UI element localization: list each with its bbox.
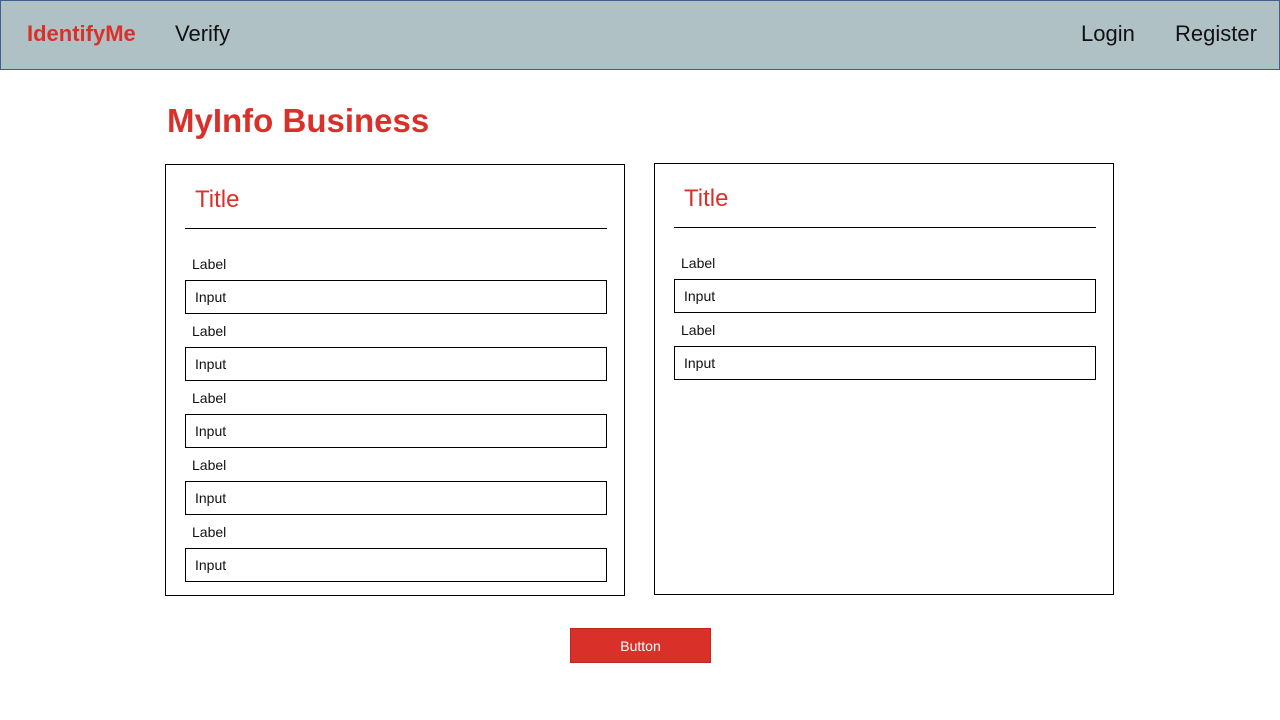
form-field: Label [185,256,607,323]
brand-logo[interactable]: IdentifyMe [27,21,136,47]
form-field: Label [674,322,1096,389]
text-input[interactable] [185,414,607,448]
form-card-right: Title Label Label [654,163,1114,595]
form-field: Label [185,390,607,457]
card-title: Title [684,185,729,212]
card-title: Title [195,186,240,213]
form-field: Label [185,323,607,390]
card-divider [185,228,607,229]
field-label: Label [192,256,227,272]
nav-link-login[interactable]: Login [1081,21,1135,47]
text-input[interactable] [185,548,607,582]
nav-link-register[interactable]: Register [1175,21,1257,47]
field-label: Label [681,255,716,271]
text-input[interactable] [185,280,607,314]
form-field: Label [674,255,1096,322]
field-label: Label [192,524,227,540]
field-list: Label Label Label Label Label [185,256,607,591]
text-input[interactable] [185,347,607,381]
nav-link-verify[interactable]: Verify [175,21,230,47]
top-navbar: IdentifyMe Verify Login Register [0,0,1280,70]
page-title: MyInfo Business [167,102,430,139]
text-input[interactable] [674,279,1096,313]
field-label: Label [192,457,227,473]
text-input[interactable] [185,481,607,515]
field-label: Label [192,390,227,406]
field-label: Label [192,323,227,339]
form-field: Label [185,457,607,524]
text-input[interactable] [674,346,1096,380]
form-field: Label [185,524,607,591]
card-divider [674,227,1096,228]
form-card-left: Title Label Label Label Label Label [165,164,625,596]
field-label: Label [681,322,716,338]
primary-button[interactable]: Button [570,628,711,663]
field-list: Label Label [674,255,1096,389]
